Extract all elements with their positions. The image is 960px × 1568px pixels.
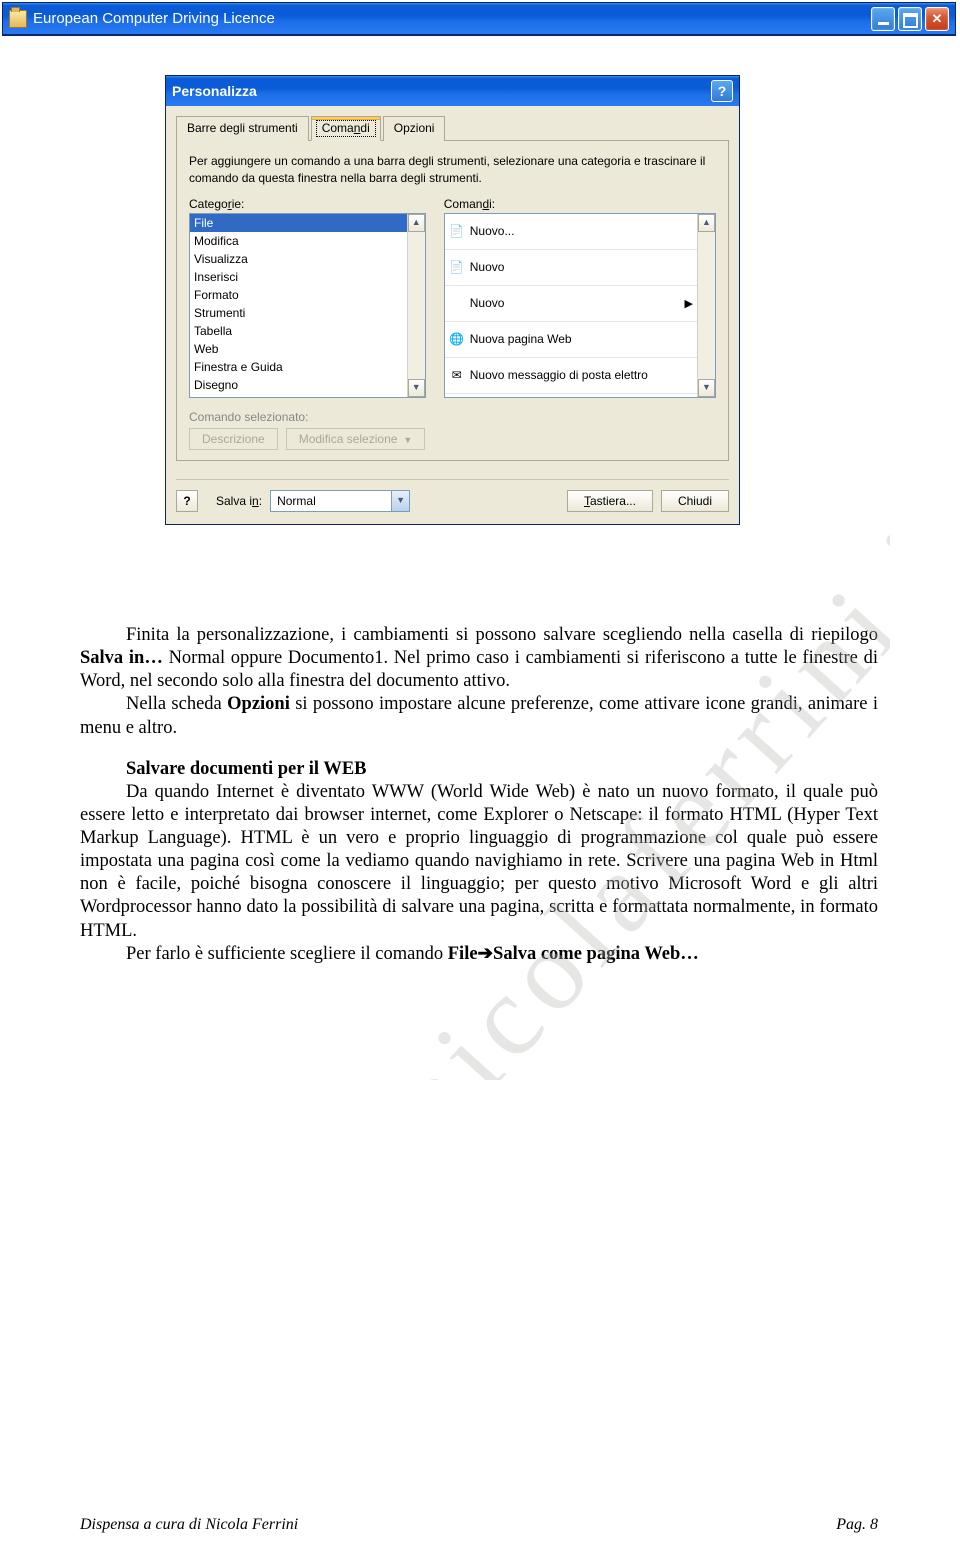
category-item-file[interactable]: File xyxy=(190,214,407,232)
parent-window-title: European Computer Driving Licence xyxy=(33,10,871,27)
tab-commands[interactable]: Comandi xyxy=(311,116,381,141)
window-controls xyxy=(871,7,949,31)
description-button: Descrizione xyxy=(189,428,278,450)
tab-panel: Per aggiungere un comando a una barra de… xyxy=(176,141,729,461)
category-item[interactable]: Disegno xyxy=(190,376,407,394)
selected-command-label: Comando selezionato: xyxy=(189,410,716,424)
folder-icon xyxy=(9,10,27,28)
tab-options[interactable]: Opzioni xyxy=(383,116,446,141)
categories-listbox[interactable]: File Modifica Visualizza Inserisci Forma… xyxy=(189,213,426,398)
page-footer: Dispensa a cura di Nicola Ferrini Pag. 8 xyxy=(80,1516,878,1534)
categories-label: Categorie: xyxy=(189,197,426,211)
command-item[interactable]: Nuovo ▶ xyxy=(445,286,697,322)
category-item[interactable]: Finestra e Guida xyxy=(190,358,407,376)
category-item[interactable]: Tabella xyxy=(190,322,407,340)
separator xyxy=(176,479,729,480)
context-help-button[interactable]: ? xyxy=(176,490,198,512)
dialog-bottom-bar: ? Salva in: Normal ▼ Tastiera... Chiudi xyxy=(176,490,729,512)
scroll-down-icon[interactable]: ▼ xyxy=(698,379,715,397)
chevron-down-icon[interactable]: ▼ xyxy=(391,491,409,511)
mail-icon: ✉ xyxy=(449,367,465,383)
category-item[interactable]: Inserisci xyxy=(190,268,407,286)
parent-title-bar: European Computer Driving Licence xyxy=(3,3,955,35)
scroll-up-icon[interactable]: ▲ xyxy=(698,214,715,232)
tab-toolbars[interactable]: Barre degli strumenti xyxy=(176,116,309,141)
dialog-title: Personalizza xyxy=(172,83,257,99)
command-item[interactable]: 📄 Nuovo... xyxy=(445,214,697,250)
command-item[interactable]: 🌐 Nuova pagina Web xyxy=(445,322,697,358)
minimize-button[interactable] xyxy=(871,7,895,31)
scroll-down-icon[interactable]: ▼ xyxy=(408,379,425,397)
category-item[interactable]: Modifica xyxy=(190,232,407,250)
paragraph: Nella scheda Opzioni si possono impostar… xyxy=(80,693,878,739)
blank-icon xyxy=(449,295,465,311)
keyboard-button[interactable]: Tastiera... xyxy=(567,490,653,512)
command-item[interactable]: ✉ Nuovo messaggio di posta elettro xyxy=(445,358,697,394)
web-page-icon: 🌐 xyxy=(449,331,465,347)
maximize-button[interactable] xyxy=(898,7,922,31)
paragraph: Da quando Internet è diventato WWW (Worl… xyxy=(80,781,878,943)
scrollbar[interactable]: ▲ ▼ xyxy=(407,214,425,397)
footer-page: Pag. 8 xyxy=(836,1516,878,1534)
parent-window: European Computer Driving Licence xyxy=(2,2,956,36)
category-item[interactable]: Web xyxy=(190,340,407,358)
category-item[interactable]: Visualizza xyxy=(190,250,407,268)
modify-selection-button: Modifica selezione▼ xyxy=(286,428,426,450)
close-dialog-button[interactable]: Chiudi xyxy=(661,490,729,512)
commands-label: Comandi: xyxy=(444,197,716,211)
document-icon: 📄 xyxy=(449,223,465,239)
section-heading: Salvare documenti per il WEB xyxy=(80,758,878,781)
customize-dialog: Personalizza ? Barre degli strumenti Com… xyxy=(165,75,740,525)
scrollbar[interactable]: ▲ ▼ xyxy=(697,214,715,397)
footer-author: Dispensa a cura di Nicola Ferrini xyxy=(80,1516,298,1534)
save-in-combo[interactable]: Normal ▼ xyxy=(270,490,410,512)
category-item[interactable]: Formato xyxy=(190,286,407,304)
close-button[interactable] xyxy=(925,7,949,31)
document-body: Finita la personalizzazione, i cambiamen… xyxy=(80,624,878,966)
dialog-title-bar: Personalizza ? xyxy=(166,76,739,106)
tab-strip: Barre degli strumenti Comandi Opzioni xyxy=(176,116,729,141)
paragraph: Finita la personalizzazione, i cambiamen… xyxy=(80,624,878,693)
instruction-text: Per aggiungere un comando a una barra de… xyxy=(189,153,716,187)
chevron-down-icon: ▼ xyxy=(403,435,412,445)
save-in-label: Salva in: xyxy=(216,494,262,508)
scroll-up-icon[interactable]: ▲ xyxy=(408,214,425,232)
help-button[interactable]: ? xyxy=(711,80,733,102)
paragraph: Per farlo è sufficiente scegliere il com… xyxy=(80,943,878,966)
document-icon: 📄 xyxy=(449,259,465,275)
category-item[interactable]: Strumenti xyxy=(190,304,407,322)
commands-listbox[interactable]: 📄 Nuovo... 📄 Nuovo Nuovo ▶ xyxy=(444,213,716,398)
command-item[interactable]: 📄 Nuovo xyxy=(445,250,697,286)
submenu-arrow-icon: ▶ xyxy=(685,297,693,310)
save-in-value: Normal xyxy=(271,494,391,508)
